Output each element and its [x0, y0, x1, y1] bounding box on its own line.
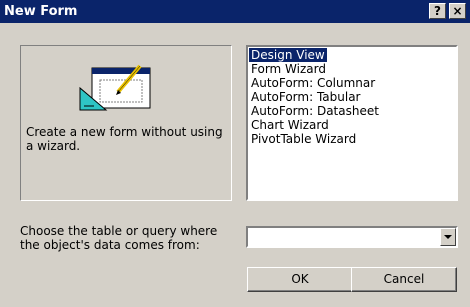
- title-bar[interactable]: New Form ? ×: [0, 0, 470, 23]
- form-design-icon: [79, 64, 151, 111]
- data-source-label: Choose the table or query where the obje…: [20, 224, 218, 252]
- window-title: New Form: [4, 4, 78, 19]
- preview-description: Create a new form without using a wizard…: [26, 125, 223, 153]
- preview-panel: Create a new form without using a wizard…: [20, 45, 232, 201]
- list-item[interactable]: Design View: [249, 48, 327, 62]
- list-item[interactable]: AutoForm: Datasheet: [249, 104, 456, 118]
- list-item[interactable]: AutoForm: Columnar: [249, 76, 456, 90]
- list-item[interactable]: Chart Wizard: [249, 118, 456, 132]
- form-type-list[interactable]: Design View Form Wizard AutoForm: Column…: [246, 45, 458, 201]
- dropdown-button[interactable]: [440, 228, 456, 246]
- cancel-button[interactable]: Cancel: [351, 267, 457, 292]
- list-item[interactable]: AutoForm: Tabular: [249, 90, 456, 104]
- list-item[interactable]: PivotTable Wizard: [249, 132, 456, 146]
- help-button[interactable]: ?: [429, 3, 446, 19]
- list-item[interactable]: Form Wizard: [249, 62, 456, 76]
- close-button[interactable]: ×: [449, 3, 466, 19]
- chevron-down-icon: [444, 235, 452, 239]
- data-source-combobox[interactable]: [246, 226, 458, 248]
- ok-button[interactable]: OK: [247, 267, 353, 292]
